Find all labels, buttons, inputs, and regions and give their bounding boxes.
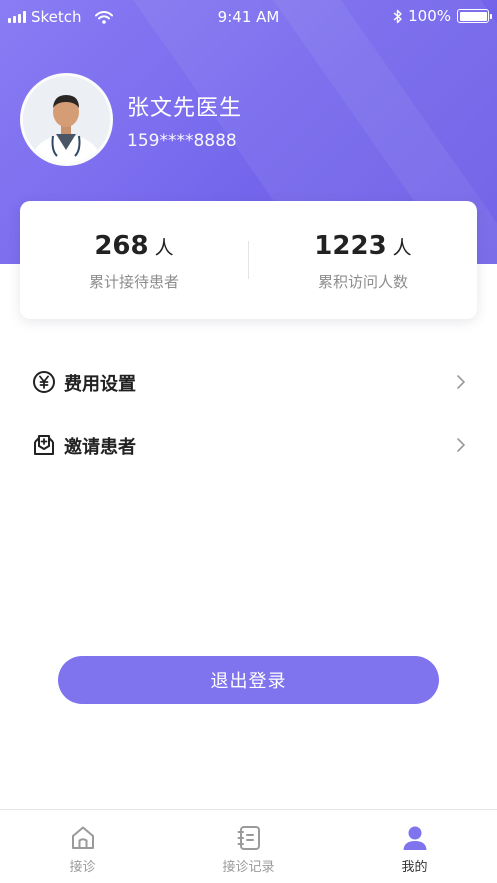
stat-unit: 人 bbox=[392, 237, 412, 259]
doctor-phone: 159****8888 bbox=[127, 131, 237, 151]
status-bar: Sketch 9:41 AM 100% bbox=[0, 0, 497, 34]
records-icon bbox=[237, 826, 260, 850]
battery-percent: 100% bbox=[408, 7, 451, 25]
chevron-right-icon bbox=[457, 438, 466, 452]
menu-item-fee-settings[interactable]: 费用设置 bbox=[0, 358, 497, 408]
bluetooth-icon bbox=[393, 9, 402, 23]
tab-label: 我的 bbox=[401, 860, 428, 875]
yen-circle-icon bbox=[33, 371, 55, 393]
stat-value: 1223 bbox=[314, 231, 387, 261]
menu-item-label: 邀请患者 bbox=[64, 437, 136, 458]
logout-button[interactable]: 退出登录 bbox=[58, 656, 439, 704]
stat-value: 268 bbox=[94, 231, 149, 261]
stat-label: 累计接待患者 bbox=[88, 273, 179, 291]
tab-mine[interactable]: 我的 bbox=[332, 810, 497, 883]
tab-label: 接诊记录 bbox=[222, 860, 275, 875]
stat-label: 累积访问人数 bbox=[317, 273, 408, 291]
invite-patient-icon bbox=[34, 435, 54, 455]
menu-item-invite-patients[interactable]: 邀请患者 bbox=[0, 421, 497, 471]
stat-visitors: 1223 人 累积访问人数 bbox=[249, 201, 477, 319]
stat-unit: 人 bbox=[154, 237, 174, 259]
bottom-tab-bar: 接诊 接诊记录 我的 bbox=[0, 809, 497, 883]
stat-patients-received: 268 人 累计接待患者 bbox=[20, 201, 248, 319]
person-icon bbox=[403, 826, 426, 850]
doctor-name: 张文先医生 bbox=[127, 96, 243, 121]
doctor-avatar[interactable] bbox=[20, 73, 113, 166]
stats-card: 268 人 累计接待患者 1223 人 累积访问人数 bbox=[20, 201, 477, 319]
tab-label: 接诊 bbox=[69, 860, 96, 875]
tab-reception[interactable]: 接诊 bbox=[0, 810, 165, 883]
menu-item-label: 费用设置 bbox=[64, 374, 136, 395]
battery-icon bbox=[457, 9, 492, 23]
home-icon bbox=[71, 826, 94, 849]
tab-records[interactable]: 接诊记录 bbox=[166, 810, 331, 883]
chevron-right-icon bbox=[457, 375, 466, 389]
